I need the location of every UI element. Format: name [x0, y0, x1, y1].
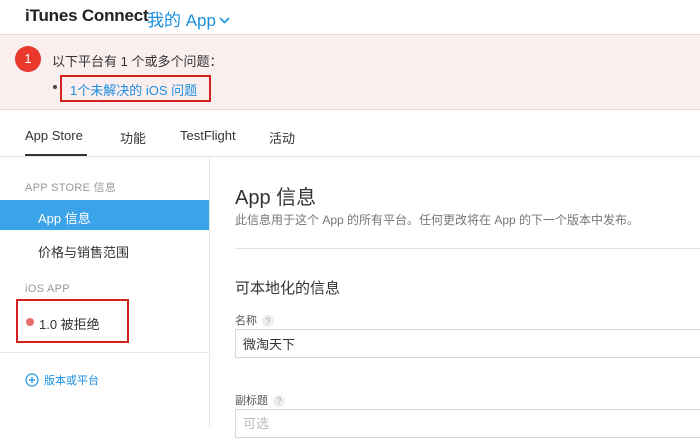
sidebar: APP STORE 信息 App 信息 价格与销售范围 iOS APP 1.0 …: [0, 157, 210, 427]
subtitle-field[interactable]: [235, 409, 700, 438]
app-name-field[interactable]: [235, 329, 700, 358]
content-divider: [235, 248, 700, 249]
brand-title: iTunes Connect: [25, 6, 149, 25]
sidebar-item-app-info[interactable]: App 信息: [0, 200, 209, 230]
active-tab-indicator: [25, 154, 87, 156]
sidebar-item-pricing[interactable]: 价格与销售范围: [0, 234, 209, 264]
localizable-section-title: 可本地化的信息: [235, 280, 341, 297]
bullet-dot: [53, 85, 57, 89]
issues-alert-banner: 1 以下平台有 1 个或多个问题： 1个未解决的 iOS 问题: [0, 34, 700, 110]
main-content: App 信息 此信息用于这个 App 的所有平台。任何更改将在 App 的下一个…: [210, 157, 700, 438]
page-title: App 信息: [235, 187, 317, 209]
name-label: 名称?: [235, 312, 274, 328]
sidebar-item-label: 价格与销售范围: [38, 245, 130, 260]
add-version-label: 版本或平台: [44, 375, 99, 387]
subtitle-label: 副标题?: [235, 392, 285, 408]
tab-activity[interactable]: 活动: [269, 128, 295, 147]
ios-issue-link[interactable]: 1个未解决的 iOS 问题: [70, 80, 197, 99]
rejected-status-dot: [26, 318, 34, 326]
sidebar-divider: [0, 352, 209, 353]
help-icon[interactable]: ?: [262, 315, 274, 328]
app-tabs: App Store 功能 TestFlight 活动: [0, 109, 700, 157]
sidebar-section-ios: iOS APP: [25, 283, 70, 295]
page-description: 此信息用于这个 App 的所有平台。任何更改将在 App 的下一个版本中发布。: [235, 213, 640, 227]
issue-message: 以下平台有 1 个或多个问题：: [52, 54, 223, 69]
tab-testflight[interactable]: TestFlight: [180, 128, 236, 143]
add-version-button[interactable]: 版本或平台: [25, 372, 99, 388]
chevron-down-icon: [219, 16, 230, 24]
tab-app-store[interactable]: App Store: [25, 128, 83, 143]
my-apps-menu[interactable]: 我的 App: [147, 6, 230, 31]
help-icon[interactable]: ?: [273, 395, 285, 408]
sidebar-item-label: App 信息: [38, 211, 91, 226]
my-apps-menu-label: 我的 App: [147, 11, 216, 30]
plus-circle-icon: [25, 373, 39, 387]
top-bar: iTunes Connect 我的 App: [0, 0, 700, 34]
name-label-text: 名称: [235, 315, 257, 327]
tab-features[interactable]: 功能: [120, 128, 146, 147]
sidebar-section-store: APP STORE 信息: [25, 182, 117, 194]
sidebar-item-version-rejected[interactable]: 1.0 被拒绝: [39, 314, 100, 333]
subtitle-label-text: 副标题: [235, 395, 268, 407]
issue-count-badge: 1: [15, 46, 41, 72]
